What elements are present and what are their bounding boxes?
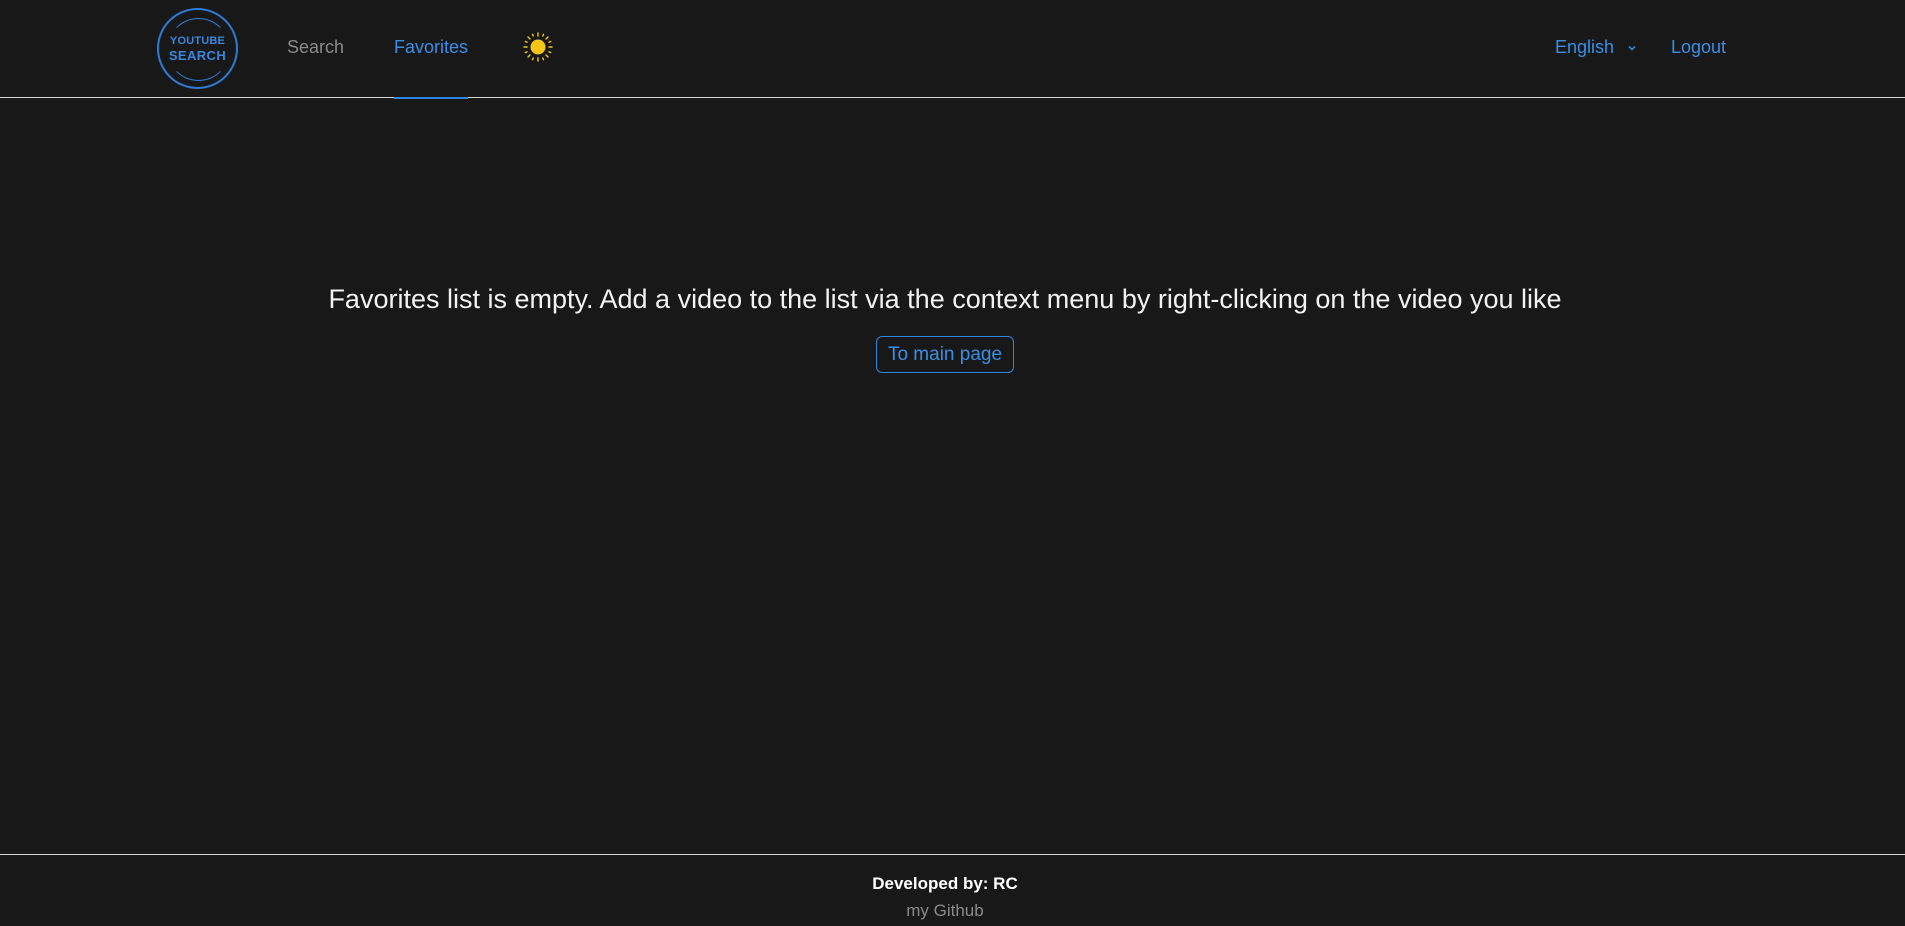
language-selected: English xyxy=(1555,37,1615,57)
logo-line1: YOUTUBE xyxy=(169,34,226,47)
github-link[interactable]: my Github xyxy=(0,901,1890,921)
nav-favorites-link[interactable]: Favorites xyxy=(394,37,468,58)
page: YOUTUBE SEARCH Search Favorites English … xyxy=(0,0,1905,926)
nav-search-link[interactable]: Search xyxy=(287,37,344,58)
theme-toggle[interactable] xyxy=(523,32,553,62)
language-select[interactable]: English xyxy=(1555,37,1636,58)
developer-credit: Developed by: RC xyxy=(872,874,1018,893)
sun-icon xyxy=(523,32,553,62)
empty-favorites-message: Favorites list is empty. Add a video to … xyxy=(328,284,1562,314)
logo[interactable]: YOUTUBE SEARCH xyxy=(157,8,238,89)
logo-line2: SEARCH xyxy=(168,47,227,63)
to-main-page-button[interactable]: To main page xyxy=(876,336,1014,373)
chevron-down-icon xyxy=(1628,45,1636,51)
header: YOUTUBE SEARCH Search Favorites English … xyxy=(0,0,1905,99)
active-tab-indicator xyxy=(394,97,468,99)
logout-link[interactable]: Logout xyxy=(1671,37,1726,58)
footer: Developed by: RC my Github xyxy=(0,854,1905,926)
